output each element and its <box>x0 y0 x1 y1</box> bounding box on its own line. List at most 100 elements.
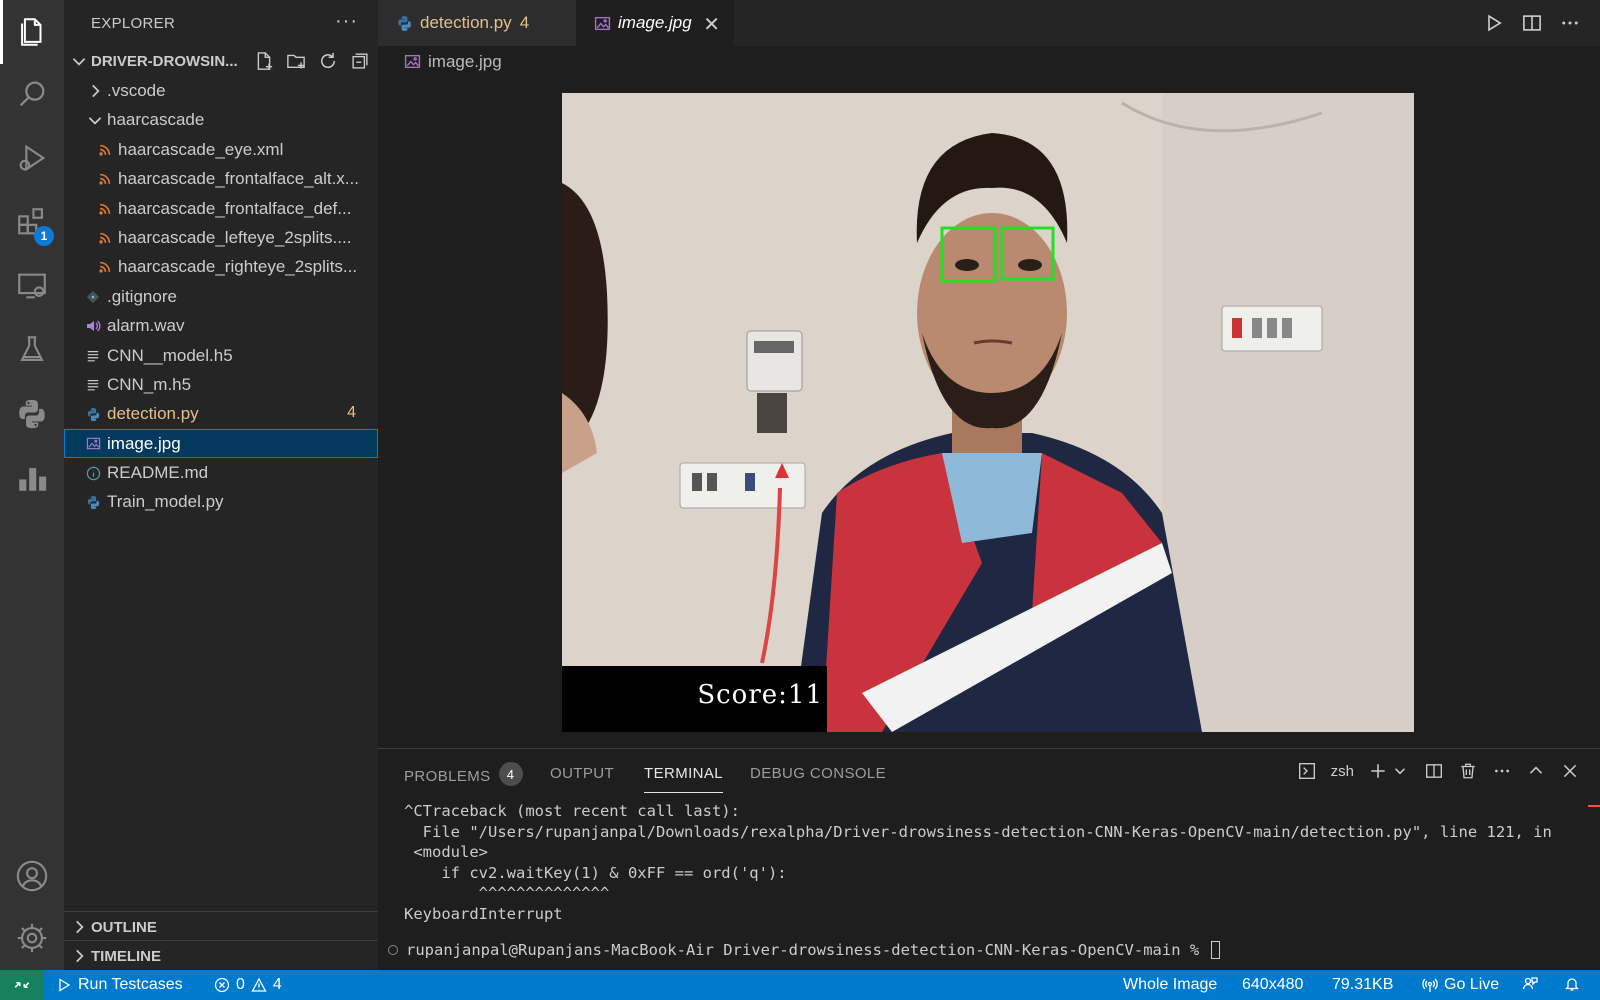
chevron-right-icon <box>76 949 84 963</box>
image-view-mode[interactable]: Whole Image <box>1123 976 1217 994</box>
rss-xml-icon <box>96 258 114 276</box>
tree-item-haarcascade-lefteye[interactable]: haarcascade_lefteye_2splits.... <box>64 223 378 252</box>
split-editor-icon[interactable] <box>1520 11 1544 35</box>
close-panel-icon[interactable] <box>1560 761 1580 781</box>
error-count: 0 <box>236 976 245 993</box>
tree-item-haarcascade-frontalface-alt[interactable]: haarcascade_frontalface_alt.x... <box>64 164 378 193</box>
broadcast-icon <box>1422 978 1438 992</box>
new-file-icon[interactable] <box>252 50 276 72</box>
tree-item-readme[interactable]: README.md <box>64 458 378 487</box>
close-tab-icon[interactable]: ✕ <box>703 12 720 37</box>
chevron-down-icon <box>72 58 86 66</box>
run-play-icon[interactable] <box>1482 11 1506 35</box>
more-actions-icon[interactable] <box>1492 761 1512 781</box>
search-icon[interactable] <box>0 62 64 126</box>
tree-item-train-model-py[interactable]: Train_model.py <box>64 487 378 516</box>
tree-item-haarcascade-righteye[interactable]: haarcascade_righteye_2splits... <box>64 252 378 281</box>
terminal-output[interactable]: ^CTraceback (most recent call last): Fil… <box>404 801 1552 924</box>
new-folder-icon[interactable] <box>284 50 308 72</box>
warning-triangle-icon <box>251 977 267 992</box>
image-file-icon <box>84 435 102 453</box>
tab-terminal[interactable]: TERMINAL <box>644 765 724 793</box>
tree-item-gitignore[interactable]: .gitignore <box>64 282 378 311</box>
go-live-button[interactable]: Go Live <box>1422 976 1499 994</box>
remote-explorer-icon[interactable] <box>0 254 64 318</box>
vscode-window: 1 EXPLORER ··· DRIVER-DROWSIN... .vscode… <box>0 0 1600 1000</box>
tree-item-label: README.md <box>107 463 209 483</box>
terminal-dropdown-chevron-icon[interactable] <box>1390 761 1410 781</box>
audio-speaker-icon <box>84 317 102 335</box>
problems-status[interactable]: 0 4 <box>214 976 282 994</box>
testing-flask-icon[interactable] <box>0 318 64 382</box>
run-testcases-button[interactable]: Run Testcases <box>56 976 183 994</box>
python-icon[interactable] <box>0 382 64 446</box>
tree-item-cnn-m[interactable]: CNN_m.h5 <box>64 370 378 399</box>
explorer-title: EXPLORER <box>91 14 176 32</box>
terminal-shell-icon[interactable] <box>1297 761 1317 781</box>
tree-item-cnn-model[interactable]: CNN__model.h5 <box>64 341 378 370</box>
run-debug-icon[interactable] <box>0 126 64 190</box>
refresh-icon[interactable] <box>316 50 340 72</box>
tab-label: image.jpg <box>618 13 692 32</box>
accounts-icon[interactable] <box>0 844 64 908</box>
info-icon <box>84 464 102 482</box>
tree-item-image-jpg[interactable]: image.jpg <box>64 428 378 459</box>
panel-tab-label: TERMINAL <box>644 765 724 782</box>
maximize-panel-chevron-up-icon[interactable] <box>1526 761 1546 781</box>
preview-image[interactable]: Score:11 <box>562 93 1414 732</box>
tree-item-haarcascade-frontalface-default[interactable]: haarcascade_frontalface_def... <box>64 194 378 223</box>
rss-xml-icon <box>96 229 114 247</box>
tree-item-label: detection.py <box>107 404 199 424</box>
explorer-sidebar: EXPLORER ··· DRIVER-DROWSIN... .vscode h… <box>64 0 378 970</box>
extensions-icon[interactable]: 1 <box>0 190 64 254</box>
settings-gear-icon[interactable] <box>0 906 64 970</box>
explorer-header: EXPLORER ··· <box>64 0 378 46</box>
panel-tab-label: PROBLEMS <box>404 767 491 785</box>
python-file-icon <box>398 16 411 31</box>
panel-tab-label: DEBUG CONSOLE <box>750 765 887 782</box>
tree-item-haarcascade-folder[interactable]: haarcascade <box>64 105 378 134</box>
feedback-icon[interactable] <box>1522 976 1538 992</box>
terminal-line: ^^^^^^^^^^^^^^ <box>404 884 610 902</box>
file-tree: .vscode haarcascade haarcascade_eye.xml … <box>64 76 378 517</box>
bar-chart-icon[interactable] <box>0 446 64 510</box>
outline-title: OUTLINE <box>91 919 157 936</box>
tab-detection-py[interactable]: detection.py 4 <box>378 0 576 46</box>
collapse-all-icon[interactable] <box>348 50 372 72</box>
project-folder-header[interactable]: DRIVER-DROWSIN... <box>64 46 378 76</box>
score-text: Score:11 <box>697 680 823 710</box>
tab-image-jpg[interactable]: image.jpg ✕ <box>576 0 734 46</box>
terminal-line: File "/Users/rupanjanpal/Downloads/rexal… <box>404 822 1552 841</box>
explorer-icon[interactable] <box>0 0 64 64</box>
explorer-more-actions[interactable]: ··· <box>335 10 358 33</box>
terminal-prompt[interactable]: rupanjanpal@Rupanjans-MacBook-Air Driver… <box>388 941 1220 959</box>
timeline-section-header[interactable]: TIMELINE <box>64 940 378 969</box>
tree-item-alarm-wav[interactable]: alarm.wav <box>64 311 378 340</box>
split-terminal-icon[interactable] <box>1424 761 1444 781</box>
terminal-scroll-marker <box>1588 805 1600 807</box>
tab-problem-count: 4 <box>519 13 530 32</box>
warning-count: 4 <box>272 976 282 993</box>
text-lines-icon <box>84 376 102 394</box>
remote-indicator-icon[interactable] <box>0 970 44 1000</box>
tree-item-vscode-folder[interactable]: .vscode <box>64 76 378 105</box>
tree-item-haarcascade-eye[interactable]: haarcascade_eye.xml <box>64 135 378 164</box>
tab-debug-console[interactable]: DEBUG CONSOLE <box>750 765 886 791</box>
breadcrumb-item[interactable]: image.jpg <box>428 52 502 72</box>
timeline-title: TIMELINE <box>91 948 161 965</box>
problems-count-badge: 4 <box>498 762 523 786</box>
outline-section-header[interactable]: OUTLINE <box>64 911 378 940</box>
error-circle-icon <box>214 977 230 993</box>
tab-output[interactable]: OUTPUT <box>550 765 614 791</box>
tab-problems[interactable]: PROBLEMS 4 <box>404 762 523 791</box>
more-actions-icon[interactable] <box>1558 11 1582 35</box>
go-live-label: Go Live <box>1444 976 1500 993</box>
image-file-size: 79.31KB <box>1332 976 1393 994</box>
notifications-bell-icon[interactable] <box>1564 976 1580 992</box>
new-terminal-plus-icon[interactable] <box>1368 761 1388 781</box>
tree-item-label: haarcascade_lefteye_2splits.... <box>118 227 352 247</box>
tree-item-detection-py[interactable]: detection.py 4 <box>64 399 378 428</box>
kill-terminal-trash-icon[interactable] <box>1458 761 1478 781</box>
terminal-line: ^CTraceback (most recent call last): <box>404 802 740 820</box>
terminal-shell-name[interactable]: zsh <box>1331 763 1354 780</box>
